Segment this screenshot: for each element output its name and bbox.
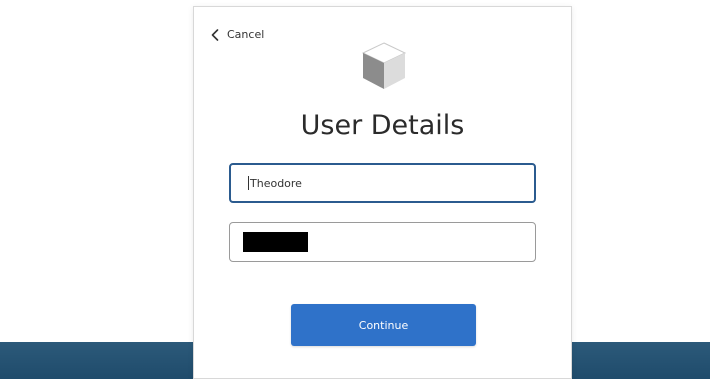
cancel-button[interactable]: Cancel bbox=[211, 28, 264, 41]
user-details-card: Cancel User Details Theodore Continue bbox=[193, 6, 572, 379]
text-caret bbox=[248, 176, 249, 190]
first-name-input[interactable]: Theodore bbox=[229, 163, 536, 203]
page: Cancel User Details Theodore Continue bbox=[0, 0, 710, 379]
first-name-value: Theodore bbox=[250, 176, 302, 190]
continue-button[interactable]: Continue bbox=[291, 304, 476, 346]
chevron-left-icon bbox=[211, 28, 219, 41]
cancel-label: Cancel bbox=[227, 28, 265, 41]
continue-label: Continue bbox=[358, 318, 409, 332]
redaction-block bbox=[243, 232, 308, 252]
second-input[interactable] bbox=[229, 222, 536, 262]
cube-icon bbox=[359, 40, 409, 92]
page-title: User Details bbox=[300, 110, 465, 141]
